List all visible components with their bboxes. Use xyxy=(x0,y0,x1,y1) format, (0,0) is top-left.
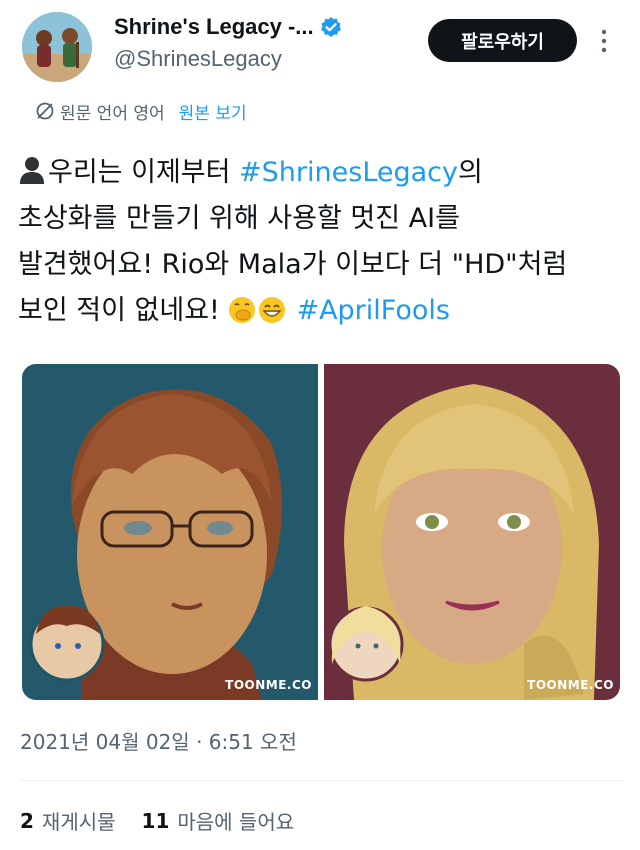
profile-avatar[interactable] xyxy=(22,12,92,82)
tweet-media: TOONME.CO TOONME.CO xyxy=(22,364,620,700)
watermark-left: TOONME.CO xyxy=(225,678,312,692)
tweet-line-3: 발견했어요! Rio와 Mala가 이보다 더 "HD"처럼 xyxy=(18,249,568,280)
likes-count: 11 xyxy=(141,808,170,833)
tweet-timestamp[interactable]: 2021년 04월 02일 · 6:51 오전 xyxy=(20,726,297,755)
handle[interactable]: @ShrinesLegacy xyxy=(114,46,282,72)
tweet-text-4a: 보인 적이 없네요! xyxy=(18,295,229,326)
more-vertical-icon[interactable] xyxy=(596,26,612,56)
media-image-rio[interactable]: TOONME.CO xyxy=(22,364,318,700)
media-image-mala[interactable]: TOONME.CO xyxy=(324,364,620,700)
display-name[interactable]: Shrine's Legacy -... xyxy=(114,14,314,40)
retweets-count: 2 xyxy=(20,808,34,833)
retweets-label: 재게시물 xyxy=(41,810,116,834)
grinning-emoji-icon xyxy=(259,297,286,323)
tweet-text-1a: 우리는 이제부터 xyxy=(48,157,240,188)
bust-silhouette-icon xyxy=(20,157,44,184)
tweet-line-4: 보인 적이 없네요! #AprilFools xyxy=(18,288,622,334)
follow-button[interactable]: 팔로우하기 xyxy=(428,19,577,62)
hashtag-aprilfools[interactable]: #AprilFools xyxy=(296,295,450,326)
hashtag-shrineslegacy[interactable]: #ShrinesLegacy xyxy=(239,157,458,188)
divider xyxy=(20,780,624,781)
verified-badge-icon xyxy=(320,17,341,37)
tweet-text-1b: 의 xyxy=(458,157,483,188)
tweet-header: Shrine's Legacy -... @ShrinesLegacy 팔로우하… xyxy=(0,0,640,90)
retweets-stat[interactable]: 2 재게시물 xyxy=(20,806,116,835)
watermark-right: TOONME.CO xyxy=(527,678,614,692)
translation-row: 원문 언어 영어 원본 보기 xyxy=(34,96,247,126)
view-original-link[interactable]: 원본 보기 xyxy=(179,99,247,124)
hand-over-mouth-emoji-icon xyxy=(229,297,256,323)
tweet-stats: 2 재게시물 11 마음에 들어요 xyxy=(20,806,320,835)
likes-label: 마음에 들어요 xyxy=(177,810,295,834)
tweet-line-2: 초상화를 만들기 위해 사용할 멋진 AI를 xyxy=(18,203,460,234)
likes-stat[interactable]: 11 마음에 들어요 xyxy=(142,806,295,835)
tweet-body: 우리는 이제부터 #ShrinesLegacy의 초상화를 만들기 위해 사용할… xyxy=(18,150,622,334)
tweet-line-1: 우리는 이제부터 #ShrinesLegacy의 xyxy=(18,150,622,196)
translation-source-label: 원문 언어 영어 xyxy=(60,103,165,124)
name-row: Shrine's Legacy -... xyxy=(114,14,342,40)
globe-icon xyxy=(36,102,54,120)
